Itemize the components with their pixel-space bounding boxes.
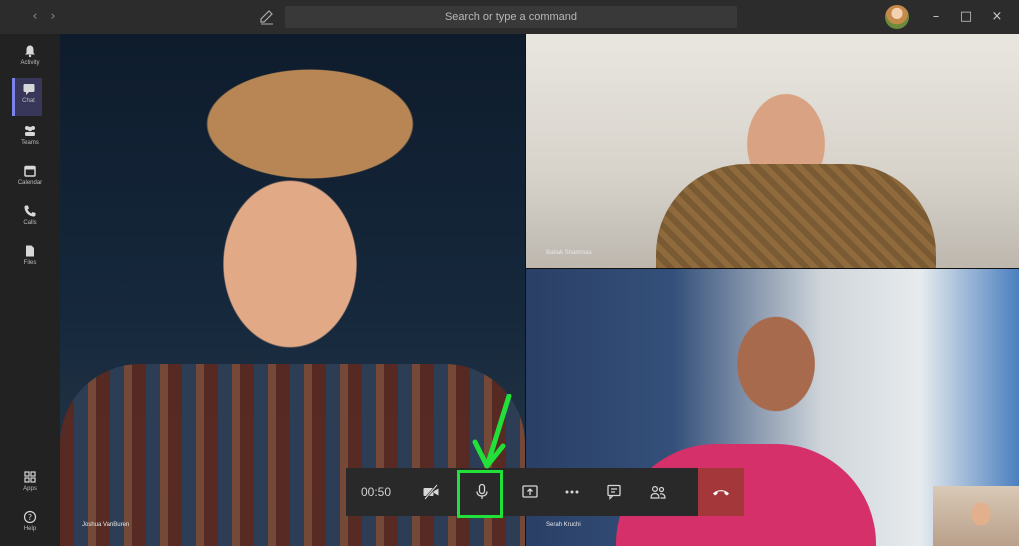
show-conversation-button[interactable] — [592, 468, 636, 516]
title-bar: ‹ › Search or type a command – □ × — [0, 0, 1019, 34]
video-tile-top-right: Babak Shammas — [526, 34, 1019, 268]
svg-text:?: ? — [28, 513, 32, 522]
forward-arrow-icon[interactable]: › — [46, 9, 60, 25]
show-participants-button[interactable] — [636, 468, 680, 516]
teams-icon — [25, 126, 35, 136]
rail-item-label: Teams — [21, 140, 39, 146]
rail-item-label: Chat — [22, 98, 35, 104]
maximize-icon[interactable]: □ — [957, 8, 975, 26]
chat-icon — [607, 484, 621, 500]
compose-icon[interactable] — [258, 8, 276, 26]
rail-item-chat[interactable]: Chat — [12, 78, 42, 116]
rail-item-label: Apps — [23, 486, 37, 492]
rail-item-calendar[interactable]: Calendar — [8, 160, 52, 198]
hang-up-button[interactable] — [698, 468, 744, 516]
share-screen-button[interactable] — [508, 468, 552, 516]
rail-item-activity[interactable]: Activity — [8, 40, 52, 78]
call-timer: 00:50 — [360, 485, 392, 499]
app-rail: Activity Chat Teams Calendar Calls Files… — [0, 34, 60, 546]
close-icon[interactable]: × — [988, 8, 1006, 26]
help-icon: ? — [23, 510, 37, 524]
apps-icon — [24, 471, 36, 483]
participant-video — [656, 164, 936, 268]
rail-item-teams[interactable]: Teams — [8, 120, 52, 158]
file-icon — [26, 245, 34, 257]
calendar-icon — [24, 165, 36, 177]
phone-icon — [24, 205, 36, 217]
rail-item-apps[interactable]: Apps — [8, 466, 52, 504]
share-screen-icon — [522, 485, 538, 498]
minimize-icon[interactable]: – — [927, 8, 945, 26]
participants-icon — [650, 485, 666, 499]
rail-item-calls[interactable]: Calls — [8, 200, 52, 238]
search-input[interactable]: Search or type a command — [285, 6, 737, 28]
self-view-video[interactable] — [933, 486, 1019, 546]
bell-icon — [25, 45, 35, 58]
chat-icon — [23, 84, 34, 95]
rail-item-help[interactable]: ? Help — [8, 506, 52, 544]
participant-video — [60, 364, 525, 546]
back-arrow-icon[interactable]: ‹ — [28, 9, 42, 25]
participant-name: Babak Shammas — [546, 250, 592, 256]
annotation-highlight-box — [457, 470, 503, 518]
call-controls: 00:50 — [346, 468, 744, 516]
camera-toggle-button[interactable] — [406, 468, 456, 516]
rail-item-label: Activity — [20, 60, 40, 66]
avatar[interactable] — [885, 5, 909, 29]
teams-window: ‹ › Search or type a command – □ × Activ… — [0, 0, 1019, 546]
rail-item-label: Calendar — [17, 180, 43, 186]
more-icon — [565, 490, 579, 494]
rail-item-label: Help — [23, 526, 37, 532]
annotation-arrow-icon — [472, 394, 512, 469]
rail-item-label: Files — [23, 260, 37, 266]
rail-item-files[interactable]: Files — [8, 240, 52, 278]
hang-up-icon — [713, 490, 729, 496]
participant-name: Serah Kruchi — [546, 522, 581, 528]
camera-off-icon — [423, 484, 439, 500]
participant-name: Joshua VanBuren — [82, 522, 130, 528]
more-options-button[interactable] — [552, 468, 592, 516]
rail-item-label: Calls — [23, 220, 37, 226]
